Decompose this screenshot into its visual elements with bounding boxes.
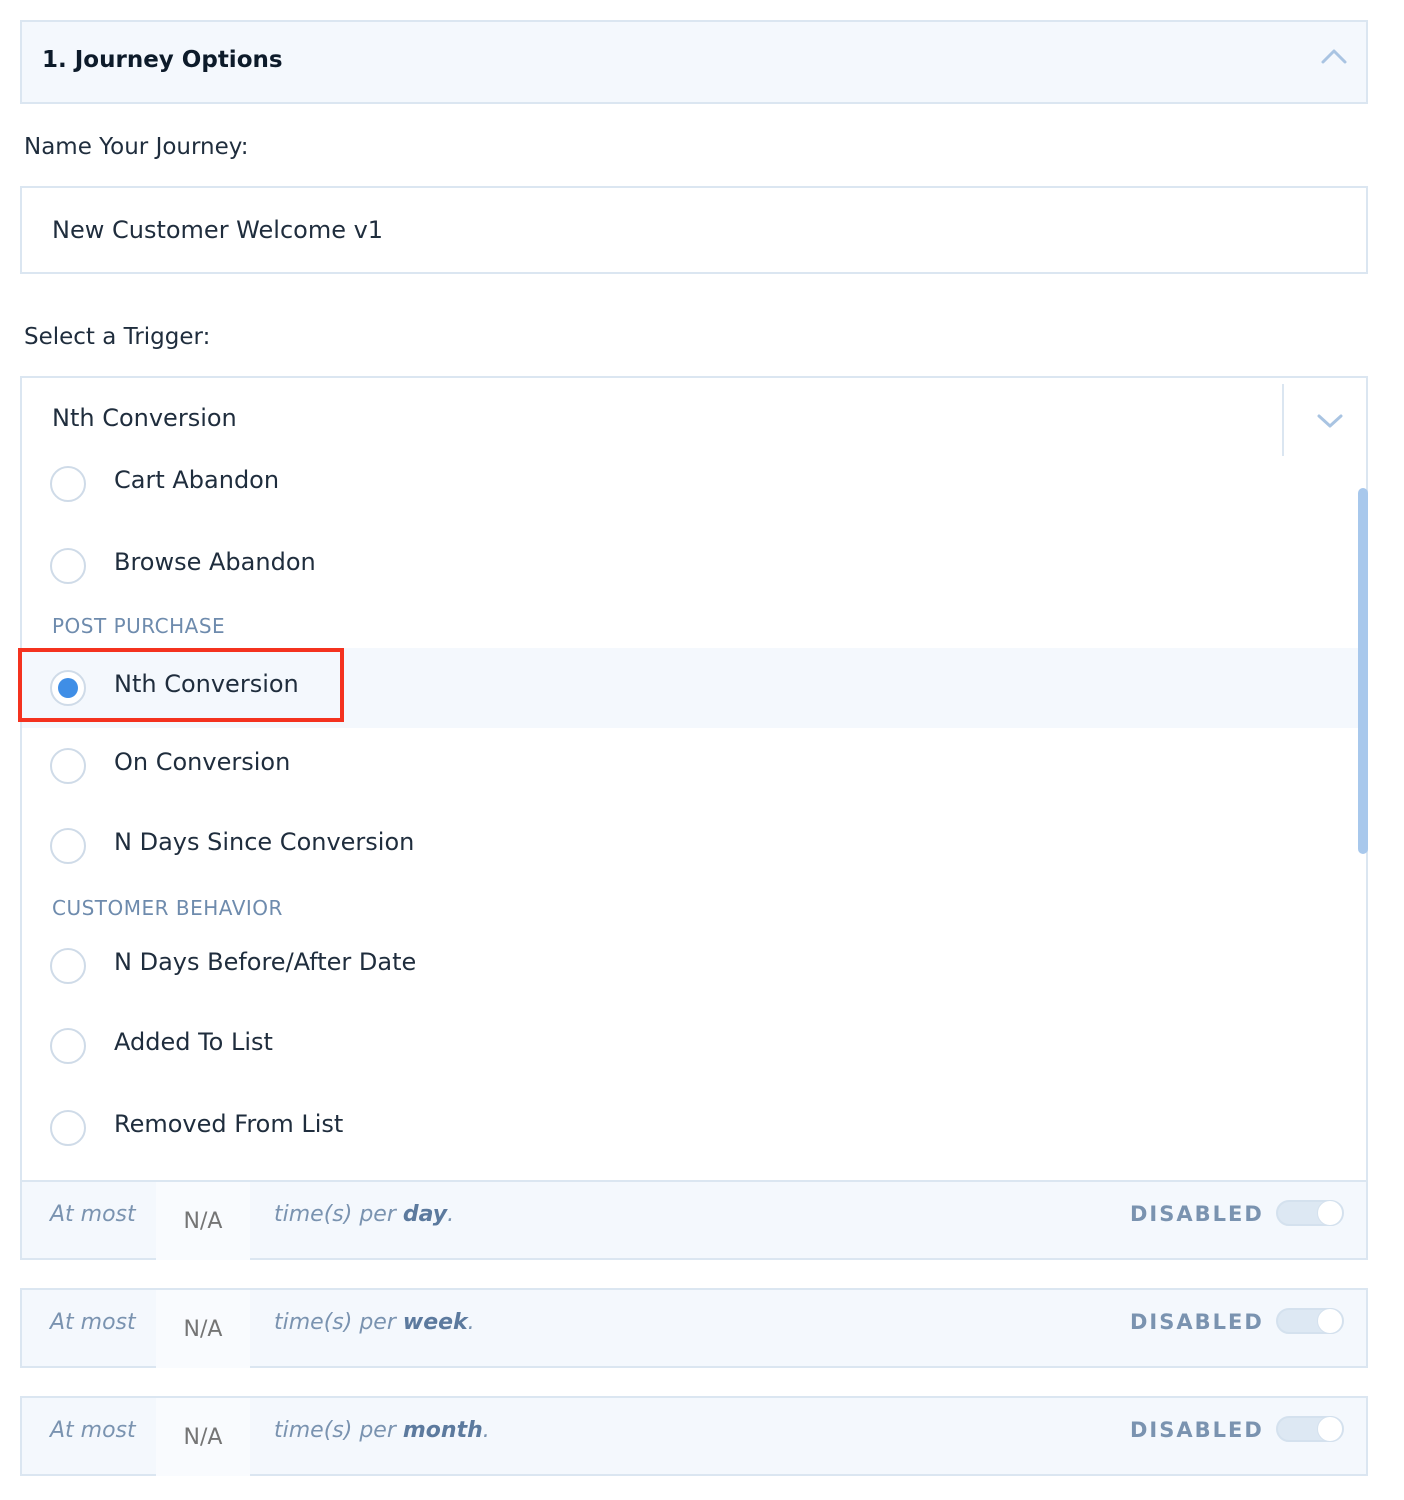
limit-row-month: At most time(s) per month. DISABLED — [20, 1396, 1368, 1476]
option-label: Browse Abandon — [114, 548, 316, 576]
status-label: DISABLED — [1130, 1310, 1264, 1334]
radio-button[interactable] — [50, 828, 86, 864]
period-label: month — [402, 1418, 483, 1443]
limit-week-input[interactable] — [156, 1290, 250, 1368]
trigger-option-n-days-since-conversion[interactable]: N Days Since Conversion — [22, 806, 1358, 886]
toggle-knob — [1317, 1200, 1343, 1226]
option-label: Removed From List — [114, 1110, 344, 1138]
radio-button[interactable] — [50, 1028, 86, 1064]
trigger-label: Select a Trigger: — [24, 324, 211, 350]
toggle-knob — [1317, 1416, 1343, 1442]
radio-button-selected[interactable] — [50, 670, 86, 706]
group-label-customer-behavior: CUSTOMER BEHAVIOR — [52, 896, 283, 920]
limit-description: time(s) per day. — [274, 1202, 455, 1227]
at-most-label: At most — [50, 1418, 136, 1443]
trigger-option-n-days-before-after-date[interactable]: N Days Before/After Date — [22, 926, 1358, 1006]
chevron-up-icon[interactable] — [1320, 46, 1348, 66]
limit-week-toggle[interactable] — [1276, 1308, 1344, 1334]
trigger-option-removed-from-list[interactable]: Removed From List — [22, 1088, 1358, 1168]
section-title: 1. Journey Options — [42, 47, 283, 73]
radio-button[interactable] — [50, 1110, 86, 1146]
trigger-select[interactable]: Nth Conversion Cart Abandon Browse Aband… — [18, 376, 1368, 1258]
trigger-option-nth-conversion[interactable]: Nth Conversion — [22, 648, 1358, 728]
toggle-knob — [1317, 1308, 1343, 1334]
period-label: week — [402, 1310, 468, 1335]
trigger-option-added-to-list[interactable]: Added To List — [22, 1006, 1358, 1086]
trigger-option-on-conversion[interactable]: On Conversion — [22, 726, 1358, 806]
group-label-post-purchase: POST PURCHASE — [52, 614, 226, 638]
period-label: day — [402, 1202, 448, 1227]
radio-button[interactable] — [50, 748, 86, 784]
option-label: On Conversion — [114, 748, 291, 776]
status-label: DISABLED — [1130, 1418, 1264, 1442]
journey-name-label: Name Your Journey: — [24, 134, 249, 160]
status-label: DISABLED — [1130, 1202, 1264, 1226]
limit-month-toggle[interactable] — [1276, 1416, 1344, 1442]
limit-day-input[interactable] — [156, 1182, 250, 1260]
limit-day-toggle[interactable] — [1276, 1200, 1344, 1226]
option-label: N Days Since Conversion — [114, 828, 415, 856]
option-label: Cart Abandon — [114, 466, 280, 494]
trigger-option-browse-abandon[interactable]: Browse Abandon — [22, 526, 1358, 606]
at-most-label: At most — [50, 1202, 136, 1227]
chevron-down-icon[interactable] — [1316, 412, 1344, 430]
limit-row-day: At most time(s) per day. DISABLED — [20, 1180, 1368, 1260]
limit-row-week: At most time(s) per week. DISABLED — [20, 1288, 1368, 1368]
trigger-selected-value[interactable]: Nth Conversion — [52, 404, 237, 432]
radio-button[interactable] — [50, 548, 86, 584]
journey-name-input[interactable] — [20, 186, 1368, 274]
at-most-label: At most — [50, 1310, 136, 1335]
radio-button[interactable] — [50, 466, 86, 502]
dropdown-scrollbar[interactable] — [1358, 488, 1368, 854]
radio-button[interactable] — [50, 948, 86, 984]
limit-month-input[interactable] — [156, 1398, 250, 1476]
trigger-option-cart-abandon[interactable]: Cart Abandon — [22, 444, 1358, 524]
option-label: Nth Conversion — [114, 670, 299, 698]
option-label: N Days Before/After Date — [114, 948, 417, 976]
option-label: Added To List — [114, 1028, 273, 1056]
limit-description: time(s) per month. — [274, 1418, 490, 1443]
journey-options-header[interactable]: 1. Journey Options — [20, 20, 1368, 104]
limit-description: time(s) per week. — [274, 1310, 475, 1335]
